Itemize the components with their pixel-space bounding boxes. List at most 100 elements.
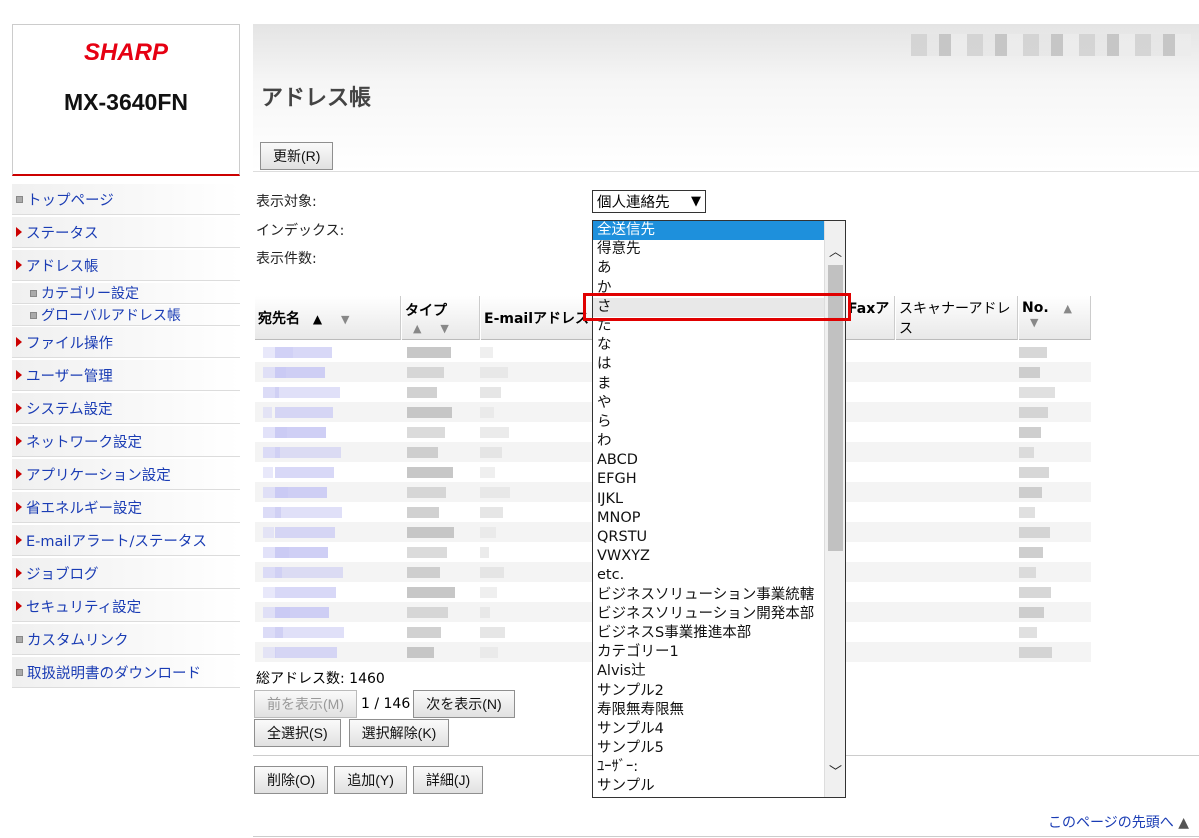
prev-page-button[interactable]: 前を表示(M) — [254, 690, 357, 718]
index-option[interactable]: EFGH — [593, 470, 825, 489]
sidebar-item-label: 省エネルギー設定 — [26, 500, 142, 517]
square-icon — [30, 289, 37, 297]
sort-desc-icon[interactable]: ▼ — [341, 313, 349, 326]
sidebar-item[interactable]: ジョブログ — [12, 558, 240, 589]
triangle-icon — [16, 601, 22, 611]
index-option[interactable]: MNOP — [593, 509, 825, 528]
index-option[interactable]: ビジネスS事業推進本部 — [593, 624, 825, 643]
index-option[interactable]: は — [593, 355, 825, 374]
index-option[interactable]: 全送信先 — [593, 221, 825, 241]
index-option[interactable]: ま — [593, 375, 825, 394]
delete-button[interactable]: 削除(O) — [254, 766, 329, 794]
triangle-icon — [16, 403, 22, 413]
blurred-cell — [275, 507, 342, 518]
sort-asc-icon[interactable]: ▲ — [313, 312, 322, 326]
sidebar-item[interactable]: アドレス帳 — [12, 250, 240, 281]
detail-button[interactable]: 詳細(J) — [412, 766, 484, 794]
sidebar-item-label: E-mailアラート/ステータス — [26, 533, 207, 550]
index-option[interactable]: Alvis辻 — [593, 662, 825, 681]
index-option[interactable]: IJKL — [593, 490, 825, 509]
column-fax-header[interactable]: Faxア — [845, 296, 895, 340]
sidebar-item[interactable]: ステータス — [12, 217, 240, 248]
index-option[interactable]: ら — [593, 413, 825, 432]
blurred-cell — [407, 407, 452, 418]
blurred-cell — [263, 467, 273, 478]
sidebar-item[interactable]: セキュリティ設定 — [12, 591, 240, 622]
index-option[interactable]: 寿限無寿限無 — [593, 701, 825, 720]
blurred-cell — [407, 367, 444, 378]
index-option[interactable]: ビジネスソリューション開発本部 — [593, 605, 825, 624]
index-option[interactable]: わ — [593, 432, 825, 451]
triangle-icon — [16, 370, 22, 380]
sidebar-item[interactable]: トップページ — [12, 184, 240, 215]
total-label: 総アドレス数: — [256, 671, 345, 687]
highlight-box — [583, 293, 851, 321]
blurred-cell — [1019, 567, 1036, 578]
index-option[interactable]: カテゴリー1 — [593, 643, 825, 662]
blurred-cell — [1019, 467, 1049, 478]
blurred-cell — [480, 367, 508, 378]
sidebar-item-label: グローバルアドレス帳 — [41, 308, 181, 324]
page-indicator: 1 / 146 — [361, 696, 411, 712]
blurred-cell — [275, 367, 325, 378]
sidebar-item[interactable]: アプリケーション設定 — [12, 459, 240, 490]
index-option[interactable]: な — [593, 336, 825, 355]
deselect-all-button[interactable]: 選択解除(K) — [348, 719, 450, 747]
sidebar-item[interactable]: 取扱説明書のダウンロード — [12, 657, 240, 688]
add-button[interactable]: 追加(Y) — [334, 766, 407, 794]
blurred-cell — [275, 427, 326, 438]
index-option[interactable]: や — [593, 394, 825, 413]
sidebar-item[interactable]: グローバルアドレス帳 — [12, 305, 240, 326]
sidebar-item[interactable]: システム設定 — [12, 393, 240, 424]
sort-desc-icon[interactable]: ▼ — [1022, 316, 1087, 329]
blurred-cell — [275, 467, 334, 478]
blurred-cell — [275, 587, 336, 598]
sidebar-item-label: ファイル操作 — [26, 335, 113, 352]
blurred-cell — [275, 387, 340, 398]
back-to-top-link[interactable]: このページの先頭へ ▲ — [1048, 812, 1189, 832]
sidebar-item[interactable]: カスタムリンク — [12, 624, 240, 655]
index-option[interactable]: QRSTU — [593, 528, 825, 547]
blurred-cell — [480, 347, 493, 358]
triangle-icon — [16, 436, 22, 446]
sidebar-item[interactable]: E-mailアラート/ステータス — [12, 525, 240, 556]
index-option[interactable]: etc. — [593, 566, 825, 585]
column-scanner-header[interactable]: スキャナーアドレス — [896, 296, 1018, 340]
index-option[interactable]: サンプル2 — [593, 682, 825, 701]
blurred-cell — [275, 567, 343, 578]
column-no-header[interactable]: No. ▲ ▼ — [1019, 296, 1091, 340]
scroll-up-icon[interactable]: ︿ — [825, 239, 845, 261]
sidebar-item[interactable]: ファイル操作 — [12, 327, 240, 358]
sidebar-item[interactable]: 省エネルギー設定 — [12, 492, 240, 523]
index-option[interactable]: サンプル4 — [593, 720, 825, 739]
scroll-down-icon[interactable]: ﹀ — [825, 759, 845, 781]
sidebar-item[interactable]: ユーザー管理 — [12, 360, 240, 391]
sort-desc-icon[interactable]: ▼ — [440, 322, 448, 335]
column-email-header[interactable]: E-mailアドレス — [481, 296, 593, 340]
sort-asc-icon[interactable]: ▲ — [413, 322, 421, 335]
index-option[interactable]: 得意先 — [593, 240, 825, 259]
select-all-button[interactable]: 全選択(S) — [254, 719, 341, 747]
triangle-icon — [16, 337, 22, 347]
display-target-select[interactable]: 個人連絡先 ▼ — [592, 190, 706, 213]
blurred-cell — [407, 647, 434, 658]
index-option[interactable]: サンプル5 — [593, 739, 825, 758]
index-option[interactable]: ビジネスソリューション事業統轄 — [593, 586, 825, 605]
index-option[interactable]: ABCD — [593, 451, 825, 470]
blurred-cell — [1019, 347, 1047, 358]
column-name-header[interactable]: 宛先名 ▲ ▼ — [255, 296, 401, 340]
sort-asc-icon[interactable]: ▲ — [1064, 302, 1072, 315]
index-option[interactable]: サンプル — [593, 777, 825, 796]
sidebar-item[interactable]: ネットワーク設定 — [12, 426, 240, 457]
index-option[interactable]: VWXYZ — [593, 547, 825, 566]
sidebar-item[interactable]: カテゴリー設定 — [12, 283, 240, 304]
next-page-button[interactable]: 次を表示(N) — [413, 690, 515, 718]
sidebar-item-label: システム設定 — [26, 401, 113, 418]
index-option[interactable]: ﾕｰｻﾞｰ: — [593, 758, 825, 777]
triangle-icon — [16, 260, 22, 270]
square-icon — [16, 635, 23, 643]
column-type-header[interactable]: タイプ ▲ ▼ — [402, 296, 480, 340]
blurred-cell — [1019, 627, 1037, 638]
index-option[interactable]: あ — [593, 259, 825, 278]
refresh-button[interactable]: 更新(R) — [260, 142, 334, 170]
